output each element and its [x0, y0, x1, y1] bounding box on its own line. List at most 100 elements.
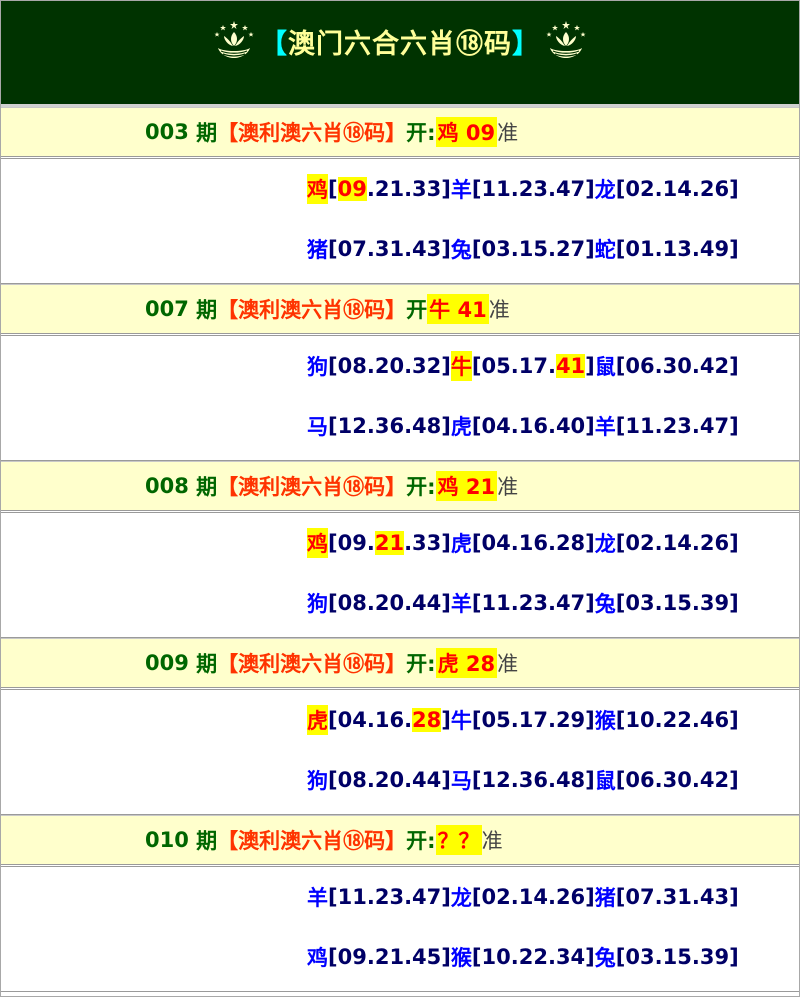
- number-separator: .: [366, 237, 375, 261]
- pick-number: 42: [699, 768, 730, 792]
- number-separator: .: [547, 708, 556, 732]
- pick-number: 02: [481, 885, 511, 909]
- pick-line: 羊[11. 23. 47] 龙[02. 14. 26] 猪[07. 31. 43]: [1, 867, 799, 927]
- title-label: 澳门六合六肖⑱码: [288, 29, 512, 60]
- number-separator: .: [366, 177, 375, 201]
- pick-number: 03: [481, 237, 511, 261]
- pick-number: 11: [481, 591, 511, 615]
- number-separator: .: [547, 768, 556, 792]
- pick-number: 23: [518, 177, 548, 201]
- number-separator: .: [510, 177, 519, 201]
- pick-number: 21: [374, 531, 405, 555]
- bracket-close: ]: [585, 708, 595, 732]
- bracket-close: ]: [441, 885, 451, 909]
- bracket-open: [: [328, 414, 338, 438]
- number-separator: .: [366, 414, 375, 438]
- pick-number: 47: [412, 885, 442, 909]
- zodiac-pick: 鸡[09. 21. 33]: [307, 174, 451, 204]
- issue-picks-010: 羊[11. 23. 47] 龙[02. 14. 26] 猪[07. 31. 43] 鸡[09. 21…: [1, 866, 799, 992]
- pick-number: 48: [412, 414, 442, 438]
- pick-number: 44: [412, 591, 442, 615]
- pick-number: 04: [337, 708, 367, 732]
- pick-line: 鸡[09. 21. 33] 羊[11. 23. 47] 龙[02. 14. 26]: [1, 159, 799, 219]
- title-bracket-right: 】: [512, 29, 540, 60]
- number-separator: .: [366, 768, 375, 792]
- issue-number: 008: [145, 474, 189, 498]
- number-separator: .: [510, 768, 519, 792]
- issue-header-003: 003 期【澳利澳六肖⑱码】 开: 鸡 09 准: [1, 107, 799, 157]
- pick-number: 16: [518, 414, 548, 438]
- pick-number: 02: [625, 177, 655, 201]
- open-label: 开:: [406, 829, 436, 853]
- zodiac-label: 狗: [307, 355, 328, 379]
- number-separator: .: [691, 885, 700, 909]
- draw-result: 虎 28: [435, 648, 498, 678]
- open-label: 开:: [406, 475, 436, 499]
- number-separator: .: [654, 945, 663, 969]
- pick-number: 03: [625, 945, 655, 969]
- lotus-emblem-icon: [214, 20, 254, 63]
- bracket-open: [: [328, 885, 338, 909]
- accuracy-label: 准: [497, 652, 519, 676]
- pick-number: 09: [337, 177, 367, 201]
- pick-number: 20: [374, 591, 405, 615]
- pick-number: 30: [662, 354, 692, 378]
- zodiac-label: 牛: [450, 709, 472, 733]
- bracket-open: [: [471, 708, 482, 732]
- pick-number: 04: [481, 414, 511, 438]
- pick-number: 11: [337, 885, 367, 909]
- bracket-open: [: [471, 591, 482, 615]
- number-separator: .: [510, 885, 519, 909]
- zodiac-label: 鸡: [307, 946, 328, 970]
- number-separator: .: [547, 237, 556, 261]
- pick-number: 14: [662, 531, 692, 555]
- zodiac-label: 龙: [450, 886, 472, 910]
- number-separator: .: [547, 414, 556, 438]
- number-separator: .: [510, 945, 519, 969]
- bracket-close: ]: [585, 945, 595, 969]
- zodiac-pick: 马[12. 36. 48]: [307, 411, 451, 441]
- pick-number: 05: [481, 354, 511, 378]
- zodiac-label: 猴: [594, 709, 616, 733]
- pick-number: 15: [662, 945, 692, 969]
- zodiac-pick: 马[12. 36. 48]: [451, 765, 595, 795]
- bracket-close: ]: [729, 591, 739, 615]
- pick-number: 33: [412, 177, 442, 201]
- pick-number: 47: [555, 177, 586, 201]
- plan-name: 【澳利澳六肖⑱码】: [217, 475, 407, 499]
- issue-picks-007: 狗[08. 20. 32] 牛[05. 17. 41] 鼠[06. 30. 42] 马[12. 36…: [1, 335, 799, 461]
- zodiac-pick: 龙[02. 14. 26]: [595, 528, 739, 558]
- bracket-open: [: [471, 768, 482, 792]
- zodiac-label: 羊: [450, 178, 472, 202]
- zodiac-label: 虎: [450, 532, 472, 556]
- pick-number: 11: [481, 177, 511, 201]
- bracket-open: [: [615, 237, 626, 261]
- pick-number: 12: [481, 768, 511, 792]
- pick-number: 12: [337, 414, 367, 438]
- zodiac-pick: 羊[11. 23. 47]: [595, 411, 739, 441]
- plan-name: 【澳利澳六肖⑱码】: [217, 298, 407, 322]
- number-separator: .: [654, 768, 663, 792]
- bracket-close: ]: [729, 708, 739, 732]
- bracket-open: [: [615, 531, 626, 555]
- bracket-close: ]: [585, 768, 595, 792]
- bracket-close: ]: [585, 414, 595, 438]
- number-separator: .: [547, 945, 556, 969]
- zodiac-pick: 鼠[06. 30. 42]: [595, 765, 739, 795]
- bracket-open: [: [471, 414, 482, 438]
- bracket-close: ]: [585, 177, 595, 201]
- zodiac-label: 蛇: [594, 238, 616, 262]
- number-separator: .: [404, 354, 413, 378]
- bracket-open: [: [328, 354, 338, 378]
- draw-result: ？？: [435, 825, 482, 855]
- zodiac-label: 狗: [307, 592, 328, 616]
- number-separator: .: [654, 177, 663, 201]
- issue-picks-008: 鸡[09. 21. 33] 虎[04. 16. 28] 龙[02. 14. 26] 狗[08. 20…: [1, 512, 799, 638]
- period-label: 期: [196, 829, 218, 853]
- pick-number: 32: [412, 354, 442, 378]
- number-separator: .: [654, 885, 663, 909]
- page-header: 【澳门六合六肖⑱码】: [1, 1, 799, 107]
- pick-number: 20: [374, 354, 405, 378]
- issue-number: 003: [145, 120, 189, 144]
- bracket-open: [: [615, 177, 626, 201]
